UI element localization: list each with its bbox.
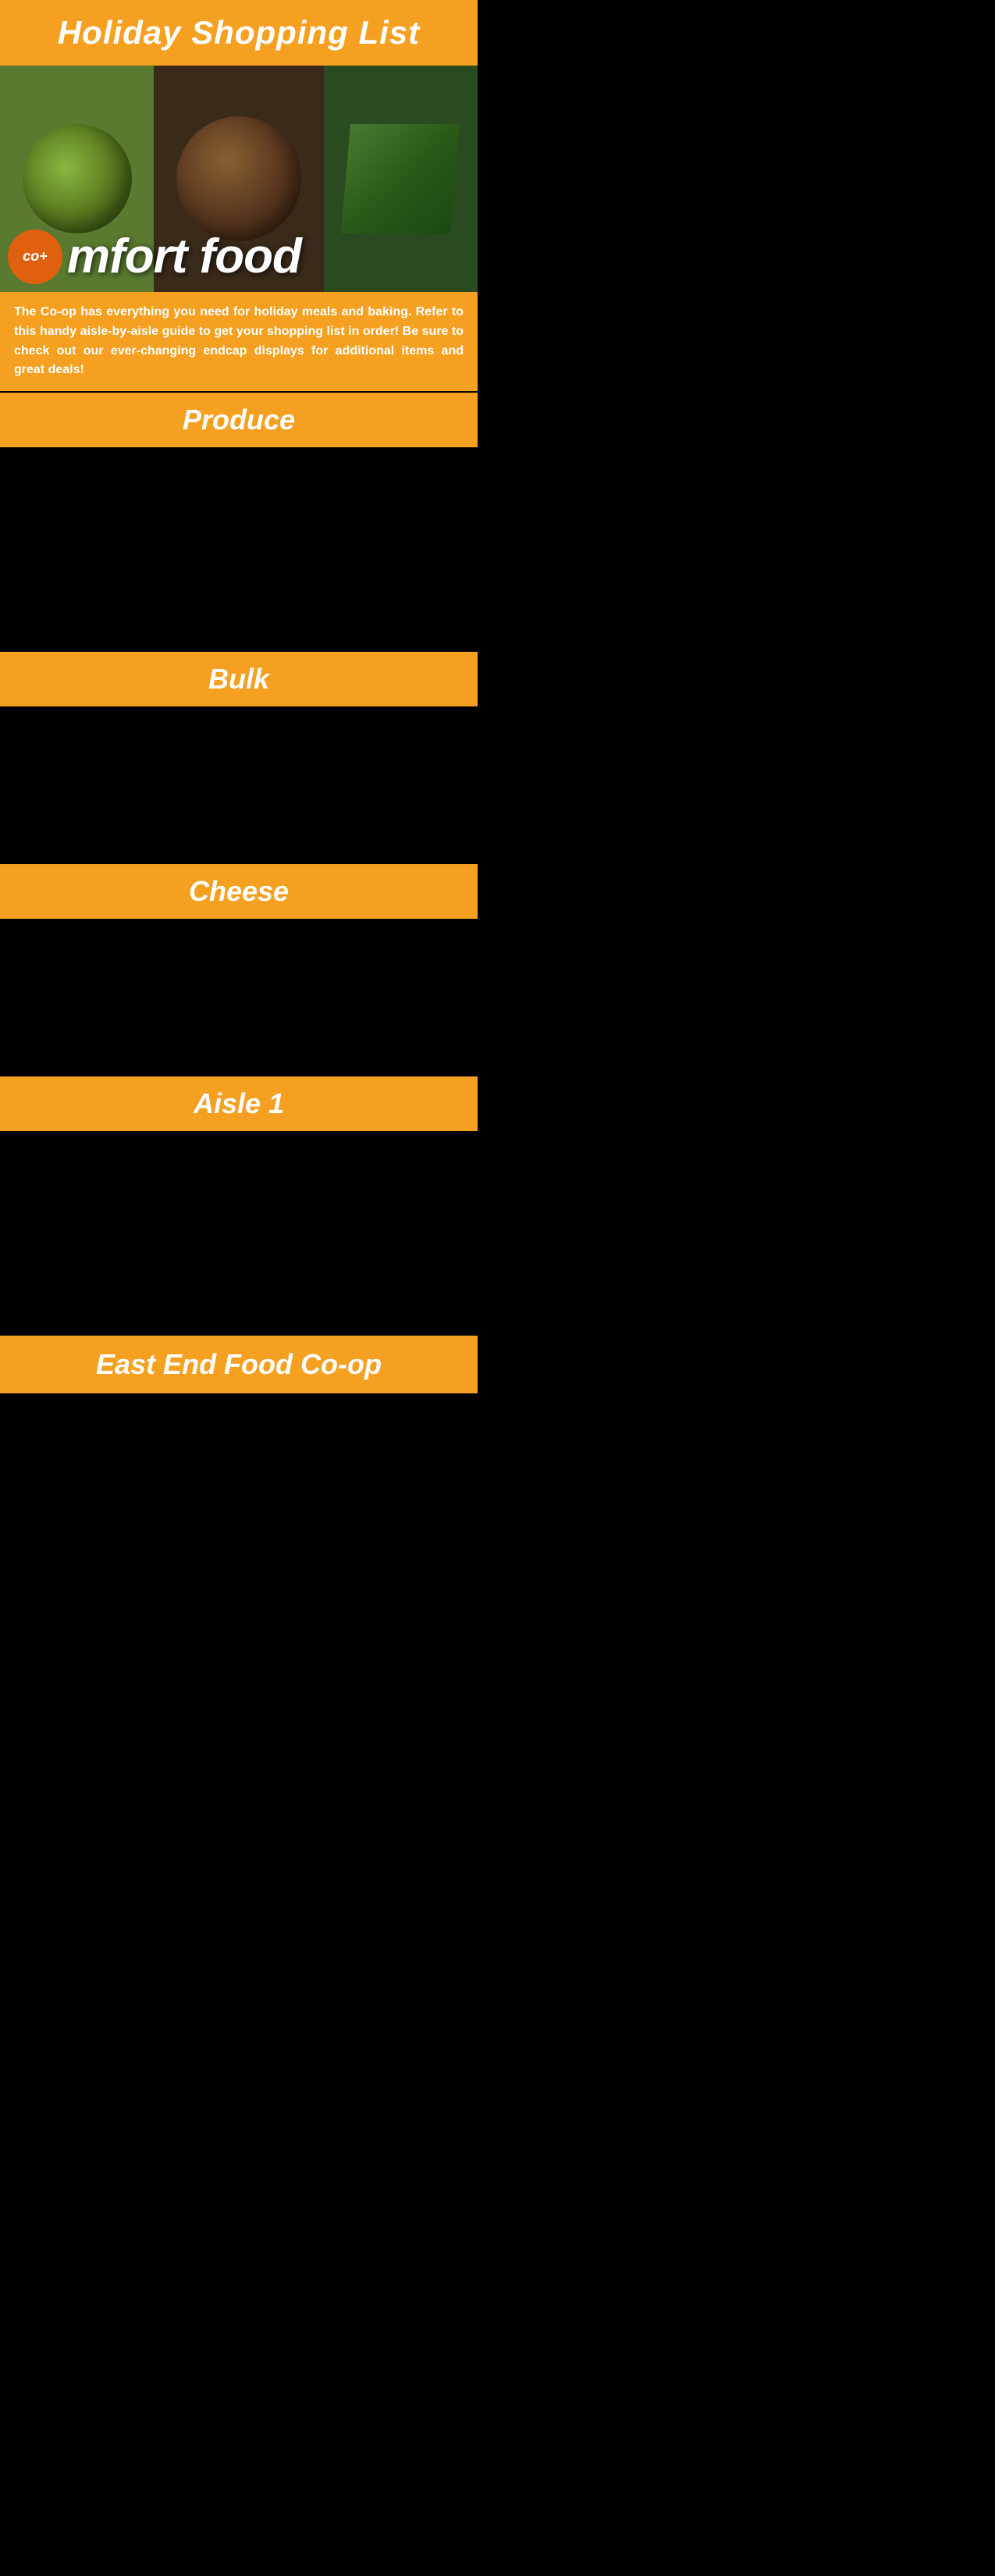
coop-logo-text: co+: [23, 248, 48, 265]
section-label-produce: Produce: [16, 404, 462, 436]
section-header-produce: Produce: [0, 393, 478, 447]
section-content-produce: [0, 447, 478, 650]
section-label-aisle1: Aisle 1: [16, 1087, 462, 1120]
section-label-bulk: Bulk: [16, 663, 462, 696]
page-wrapper: Holiday Shopping List co+ mfort food The…: [0, 0, 478, 1393]
page-footer: East End Food Co-op: [0, 1336, 478, 1393]
description-text: The Co-op has everything you need for ho…: [14, 303, 464, 380]
page-header: Holiday Shopping List: [0, 0, 478, 66]
section-content-aisle1: [0, 1131, 478, 1334]
section-content-cheese: [0, 919, 478, 1075]
hero-image: co+ mfort food: [0, 66, 478, 292]
section-header-bulk: Bulk: [0, 652, 478, 706]
section-content-bulk: [0, 706, 478, 863]
hero-overlay: co+ mfort food: [0, 229, 478, 284]
section-header-cheese: Cheese: [0, 864, 478, 919]
section-label-cheese: Cheese: [16, 875, 462, 908]
footer-label: East End Food Co-op: [16, 1348, 462, 1381]
comfort-food-text: mfort food: [67, 229, 301, 284]
description-block: The Co-op has everything you need for ho…: [0, 292, 478, 391]
page-title: Holiday Shopping List: [16, 14, 462, 52]
coop-logo: co+: [8, 229, 62, 284]
section-header-aisle1: Aisle 1: [0, 1076, 478, 1131]
